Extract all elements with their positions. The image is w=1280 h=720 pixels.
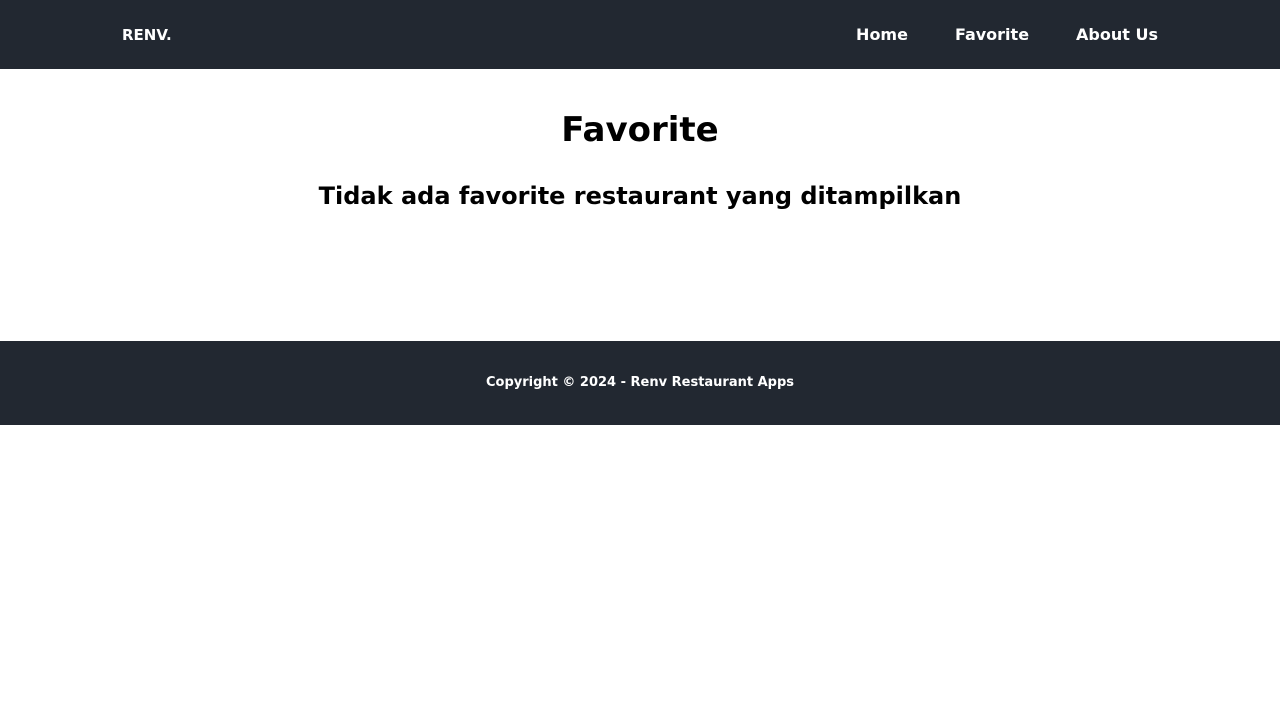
nav-item-favorite: Favorite (955, 23, 1029, 47)
footer: Copyright © 2024 - Renv Restaurant Apps (0, 341, 1280, 425)
nav-link-favorite[interactable]: Favorite (955, 23, 1029, 47)
main-content: Favorite Tidak ada favorite restaurant y… (0, 69, 1280, 341)
copyright-text: Copyright © 2024 - Renv Restaurant Apps (485, 375, 795, 390)
page-title: Favorite (561, 110, 719, 150)
navbar: RENV. Home Favorite About Us (0, 0, 1280, 69)
nav-link-about-us[interactable]: About Us (1076, 23, 1158, 47)
nav-item-about-us: About Us (1076, 23, 1158, 47)
nav-menu: Home Favorite About Us (856, 23, 1158, 47)
nav-item-home: Home (856, 23, 908, 47)
nav-link-home[interactable]: Home (856, 23, 908, 47)
brand-logo[interactable]: RENV. (122, 24, 172, 46)
empty-favorites-message: Tidak ada favorite restaurant yang ditam… (318, 182, 962, 210)
